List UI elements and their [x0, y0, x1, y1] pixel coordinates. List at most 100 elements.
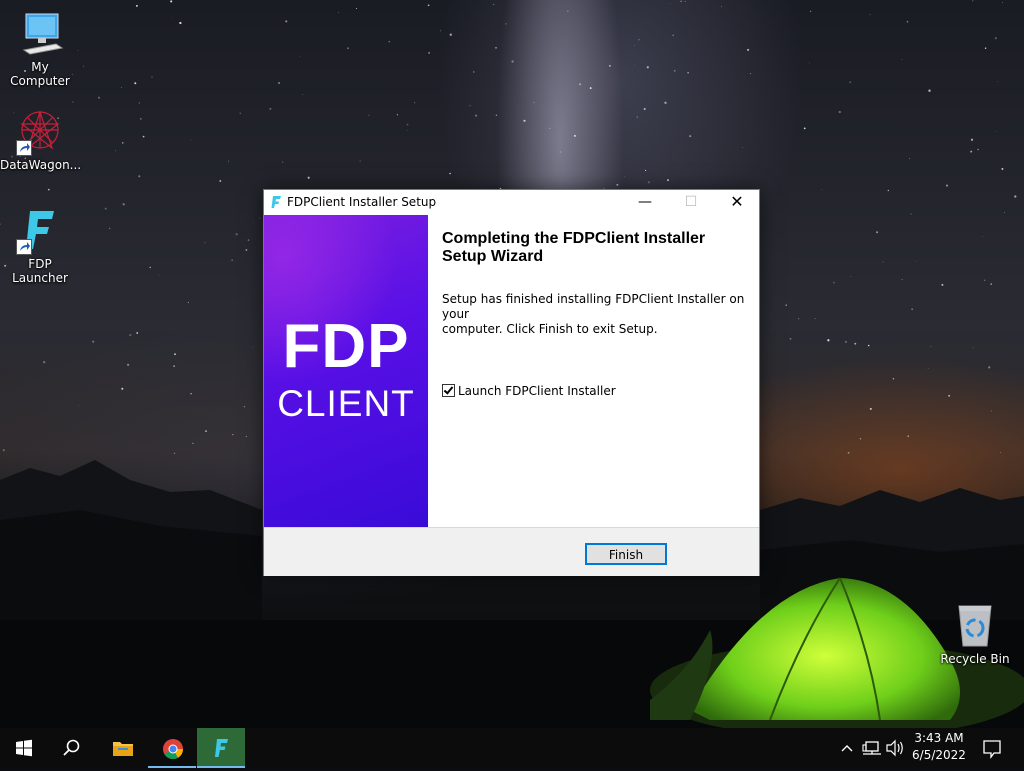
- star: [449, 172, 451, 175]
- taskbar-fdp-launcher[interactable]: [197, 728, 245, 768]
- star: [523, 119, 526, 122]
- star: [672, 34, 674, 36]
- clock-time: 3:43 AM: [914, 731, 964, 745]
- notification-icon: [983, 740, 1001, 759]
- desktop-icon-my-computer[interactable]: My Computer: [0, 10, 80, 88]
- star: [129, 334, 132, 337]
- star: [190, 392, 192, 395]
- star: [388, 40, 391, 43]
- star: [990, 410, 992, 412]
- star: [972, 347, 974, 349]
- wizard-heading: Completing the FDPClient Installer Setup…: [442, 230, 706, 265]
- star: [347, 47, 350, 50]
- star: [204, 242, 206, 244]
- star: [285, 20, 288, 23]
- star: [239, 112, 241, 114]
- star: [43, 361, 46, 364]
- star: [228, 160, 230, 162]
- star: [469, 105, 471, 107]
- star: [126, 363, 130, 367]
- star: [243, 405, 246, 408]
- star: [997, 81, 999, 83]
- star: [78, 404, 80, 406]
- star: [179, 21, 182, 25]
- search-button[interactable]: [48, 728, 96, 768]
- taskbar-file-explorer[interactable]: [98, 728, 146, 768]
- star: [833, 281, 835, 284]
- star: [47, 188, 50, 191]
- star: [867, 344, 870, 347]
- star: [684, 0, 686, 2]
- maximize-button[interactable]: ☐: [668, 190, 714, 214]
- fdp-app-icon: [271, 196, 281, 208]
- search-icon: [63, 739, 80, 756]
- star: [122, 203, 125, 206]
- launch-checkbox[interactable]: [442, 384, 455, 397]
- star: [821, 189, 823, 190]
- star: [930, 346, 932, 347]
- launch-checkbox-row[interactable]: Launch FDPClient Installer: [442, 384, 616, 398]
- banner-logo-fdp: FDP: [282, 312, 410, 381]
- start-button[interactable]: [0, 728, 48, 768]
- installer-banner: FDP CLIENT: [264, 215, 428, 527]
- star: [142, 135, 145, 138]
- finish-button[interactable]: Finish: [585, 543, 667, 565]
- show-hidden-icons-button[interactable]: [838, 728, 856, 768]
- close-button[interactable]: ✕: [714, 190, 760, 214]
- star: [511, 60, 514, 63]
- star: [845, 341, 847, 343]
- file-explorer-icon: [113, 742, 133, 756]
- star: [406, 130, 408, 131]
- star: [887, 189, 889, 192]
- star: [428, 52, 430, 54]
- star: [235, 233, 238, 236]
- action-center-button[interactable]: [980, 728, 1004, 768]
- star: [1002, 2, 1003, 3]
- star: [854, 342, 857, 345]
- desktop-icon-fdp-launcher[interactable]: FDP Launcher: [0, 207, 80, 285]
- star: [115, 150, 116, 152]
- star: [282, 161, 284, 163]
- star: [869, 13, 871, 15]
- taskbar-chrome[interactable]: [148, 728, 196, 768]
- banner-logo-client: CLIENT: [277, 383, 415, 424]
- star: [187, 301, 189, 304]
- star: [121, 387, 124, 390]
- window-title-bar[interactable]: FDPClient Installer Setup — ☐ ✕: [264, 190, 759, 214]
- volume-tray-button[interactable]: [884, 728, 906, 768]
- installer-window[interactable]: FDPClient Installer Setup — ☐ ✕ FDP CLIE…: [263, 189, 760, 576]
- star: [882, 261, 884, 263]
- star: [970, 138, 974, 141]
- desktop-icon-label: FDP Launcher: [12, 257, 68, 285]
- shortcut-arrow-icon: [16, 140, 32, 156]
- star: [579, 83, 582, 86]
- launch-checkbox-label[interactable]: Launch FDPClient Installer: [458, 384, 616, 398]
- star: [122, 142, 124, 144]
- desktop-icon-recycle-bin[interactable]: Recycle Bin: [935, 602, 1015, 666]
- star: [136, 332, 139, 334]
- star: [247, 239, 250, 241]
- star: [901, 279, 903, 280]
- star: [643, 108, 646, 110]
- wizard-footer: Finish: [264, 527, 759, 576]
- desktop-icon-datawagon[interactable]: DataWagon...: [0, 108, 81, 172]
- star: [849, 81, 851, 83]
- star: [634, 45, 635, 47]
- star: [616, 183, 619, 186]
- star: [533, 102, 535, 104]
- star: [838, 110, 841, 114]
- taskbar-clock[interactable]: 3:43 AM 6/5/2022: [906, 730, 972, 764]
- star: [72, 101, 74, 103]
- star: [138, 175, 141, 178]
- star: [299, 56, 301, 58]
- minimize-button[interactable]: —: [622, 190, 668, 214]
- star: [83, 65, 85, 67]
- computer-icon: [16, 10, 64, 58]
- star: [505, 23, 507, 25]
- star: [493, 3, 495, 5]
- network-tray-button[interactable]: [860, 728, 882, 768]
- star: [664, 101, 667, 104]
- star: [928, 89, 931, 92]
- network-icon: [862, 741, 881, 755]
- star: [253, 221, 255, 223]
